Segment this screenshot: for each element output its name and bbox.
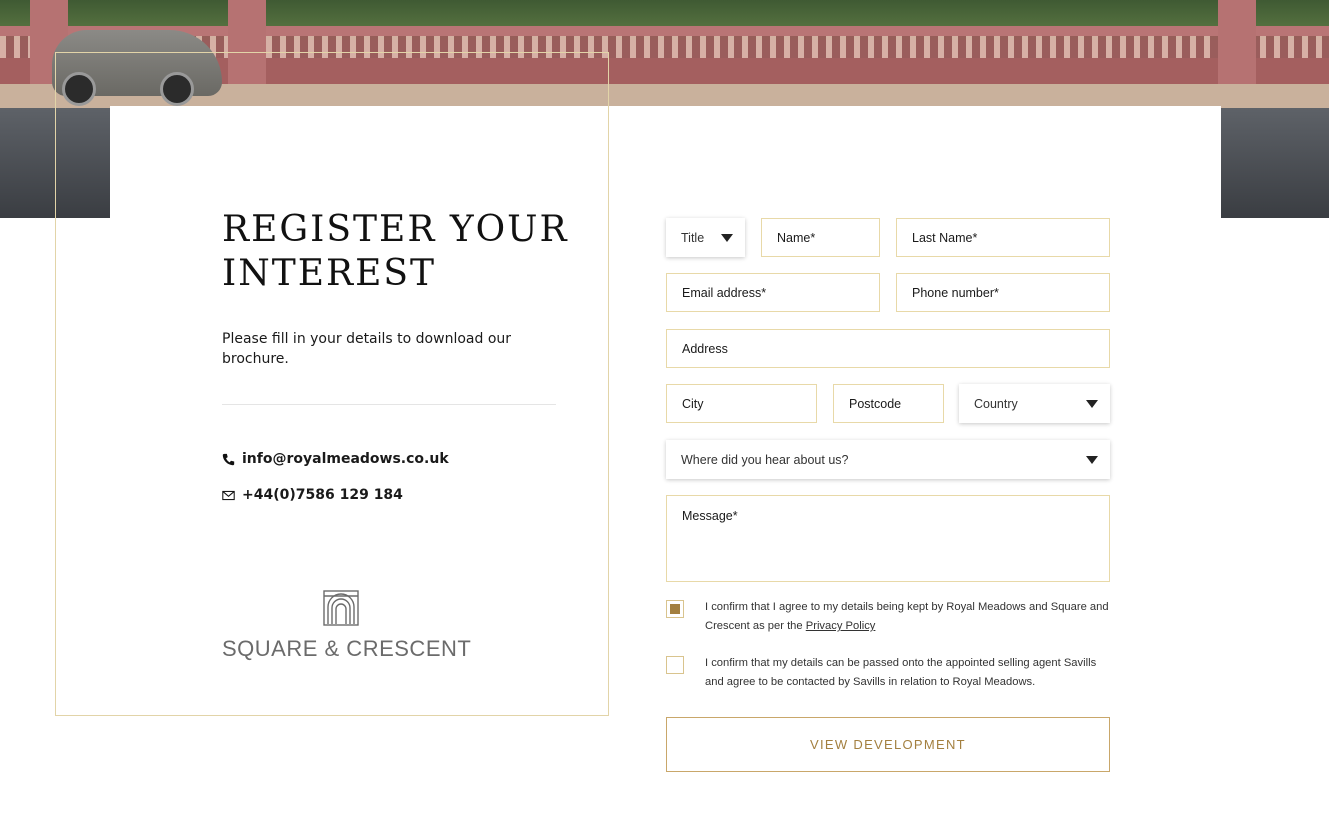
message-field[interactable]: Message* xyxy=(666,495,1110,582)
consent-privacy: I confirm that I agree to my details bei… xyxy=(666,598,1110,636)
page-title: REGISTER YOUR INTEREST xyxy=(222,208,602,296)
logo-text: SQUARE & CRESCENT xyxy=(222,636,472,661)
page-title-line1: REGISTER YOUR xyxy=(222,209,569,250)
consent-privacy-checkbox[interactable] xyxy=(666,600,684,618)
country-select-value: Country xyxy=(974,396,1018,411)
last-name-field[interactable]: Last Name* xyxy=(896,218,1110,257)
address-field-placeholder: Address xyxy=(682,341,728,356)
city-field[interactable]: City xyxy=(666,384,817,423)
city-field-placeholder: City xyxy=(682,396,704,411)
consent-savills: I confirm that my details can be passed … xyxy=(666,654,1110,692)
consent-privacy-text: I confirm that I agree to my details bei… xyxy=(705,601,1109,632)
mail-icon xyxy=(222,490,235,500)
arch-logo-icon xyxy=(323,590,359,626)
country-select[interactable]: Country xyxy=(959,384,1110,423)
email-field[interactable]: Email address* xyxy=(666,273,880,312)
consent-savills-text: I confirm that my details can be passed … xyxy=(705,657,1097,688)
chevron-down-icon xyxy=(721,233,733,242)
address-field[interactable]: Address xyxy=(666,329,1110,368)
contact-email[interactable]: info@royalmeadows.co.uk xyxy=(222,451,449,467)
phone-field-placeholder: Phone number* xyxy=(912,285,999,300)
divider xyxy=(222,404,556,405)
message-field-placeholder: Message* xyxy=(682,509,738,523)
postcode-field[interactable]: Postcode xyxy=(833,384,944,423)
title-select[interactable]: Title xyxy=(666,218,745,257)
intro-text: Please fill in your details to download … xyxy=(222,331,512,367)
page-title-line2: INTEREST xyxy=(222,253,437,294)
wall-coping xyxy=(0,26,1329,36)
contact-phone[interactable]: +44(0)7586 129 184 xyxy=(222,487,403,503)
source-select[interactable]: Where did you hear about us? xyxy=(666,440,1110,479)
consent-savills-checkbox[interactable] xyxy=(666,656,684,674)
chevron-down-icon xyxy=(1086,399,1098,408)
name-field-placeholder: Name* xyxy=(777,230,816,245)
phone-icon xyxy=(222,453,235,465)
title-select-value: Title xyxy=(681,230,705,245)
chevron-down-icon xyxy=(1086,455,1098,464)
contact-phone-text: +44(0)7586 129 184 xyxy=(242,487,403,503)
privacy-policy-link[interactable]: Privacy Policy xyxy=(806,620,876,632)
email-field-placeholder: Email address* xyxy=(682,285,767,300)
consent-privacy-label: I confirm that I agree to my details bei… xyxy=(705,598,1110,636)
contact-email-text: info@royalmeadows.co.uk xyxy=(242,451,449,467)
view-development-button[interactable]: VIEW DEVELOPMENT xyxy=(666,717,1110,772)
pillar xyxy=(1218,0,1256,90)
phone-field[interactable]: Phone number* xyxy=(896,273,1110,312)
source-select-value: Where did you hear about us? xyxy=(681,452,849,467)
postcode-field-placeholder: Postcode xyxy=(849,396,902,411)
name-field[interactable]: Name* xyxy=(761,218,880,257)
last-name-field-placeholder: Last Name* xyxy=(912,230,978,245)
checkbox-checked-mark xyxy=(670,604,680,614)
